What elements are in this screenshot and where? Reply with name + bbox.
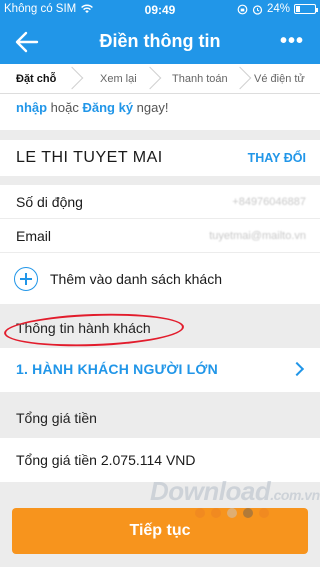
- step-payment: Thanh toán: [156, 64, 252, 93]
- download-watermark: Download.com.vn: [150, 476, 320, 507]
- add-to-list-label: Thêm vào danh sách khách: [50, 271, 222, 287]
- step-payment-label: Thanh toán: [172, 73, 228, 85]
- email-value: tuyetmai@mailto.vn: [209, 230, 306, 242]
- login-banner: nhập hoặc Đăng ký ngay!: [0, 94, 320, 130]
- booking-steps: Đặt chỗ Xem lại Thanh toán Vé điện tử: [0, 64, 320, 94]
- phone-value: +84976046887: [232, 196, 306, 208]
- adult-passenger-label: 1. HÀNH KHÁCH NGƯỜI LỚN: [16, 361, 218, 377]
- change-contact-button[interactable]: THAY ĐỔI: [248, 151, 306, 165]
- register-link[interactable]: Đăng ký: [82, 100, 133, 115]
- adult-passenger-row[interactable]: 1. HÀNH KHÁCH NGƯỜI LỚN: [0, 348, 320, 392]
- watermark-dot: [211, 508, 221, 518]
- page-title: Điền thông tin: [99, 31, 221, 51]
- add-to-passenger-list-button[interactable]: Thêm vào danh sách khách: [0, 252, 320, 304]
- total-price-text: Tổng giá tiền 2.075.114 VND: [16, 452, 196, 468]
- watermark-dots: [195, 508, 269, 518]
- watermark-dot: [195, 508, 205, 518]
- alarm-icon: [252, 4, 263, 15]
- contact-name-row: LE THI TUYET MAI THAY ĐỔI: [0, 140, 320, 176]
- battery-percent: 24%: [266, 3, 290, 15]
- more-options-icon[interactable]: •••: [280, 30, 304, 53]
- add-circle-icon: [14, 267, 38, 291]
- phone-label: Số di động: [16, 194, 83, 210]
- step-eticket-label: Vé điện tử: [254, 73, 305, 85]
- watermark-domain: .com.vn: [270, 487, 320, 503]
- step-booking: Đặt chỗ: [0, 64, 84, 93]
- total-price-heading: Tổng giá tiền: [16, 410, 97, 426]
- login-prompt: nhập hoặc Đăng ký ngay!: [16, 100, 168, 115]
- battery-icon: [294, 4, 318, 14]
- status-bar: Không có SIM 09:49 24%: [0, 0, 320, 20]
- watermark-dot: [227, 508, 237, 518]
- watermark-brand: Download: [150, 476, 271, 506]
- lock-rotation-icon: [237, 4, 248, 14]
- contact-name: LE THI TUYET MAI: [16, 149, 163, 166]
- prompt-suffix: ngay!: [133, 100, 169, 115]
- watermark-dot: [259, 508, 269, 518]
- step-booking-label: Đặt chỗ: [16, 73, 57, 85]
- step-review: Xem lại: [74, 64, 162, 93]
- highlight-oval: [3, 310, 185, 350]
- or-text: hoặc: [47, 100, 83, 115]
- login-link[interactable]: nhập: [16, 100, 47, 115]
- chevron-right-icon: [289, 361, 305, 377]
- phone-row: Số di động +84976046887: [0, 184, 320, 218]
- step-eticket: Vé điện tử: [246, 64, 320, 93]
- watermark-dot: [243, 508, 253, 518]
- step-review-label: Xem lại: [100, 73, 137, 85]
- email-label: Email: [16, 228, 52, 244]
- email-row: Email tuyetmai@mailto.vn: [0, 218, 320, 252]
- navigation-bar: Điền thông tin •••: [0, 20, 320, 64]
